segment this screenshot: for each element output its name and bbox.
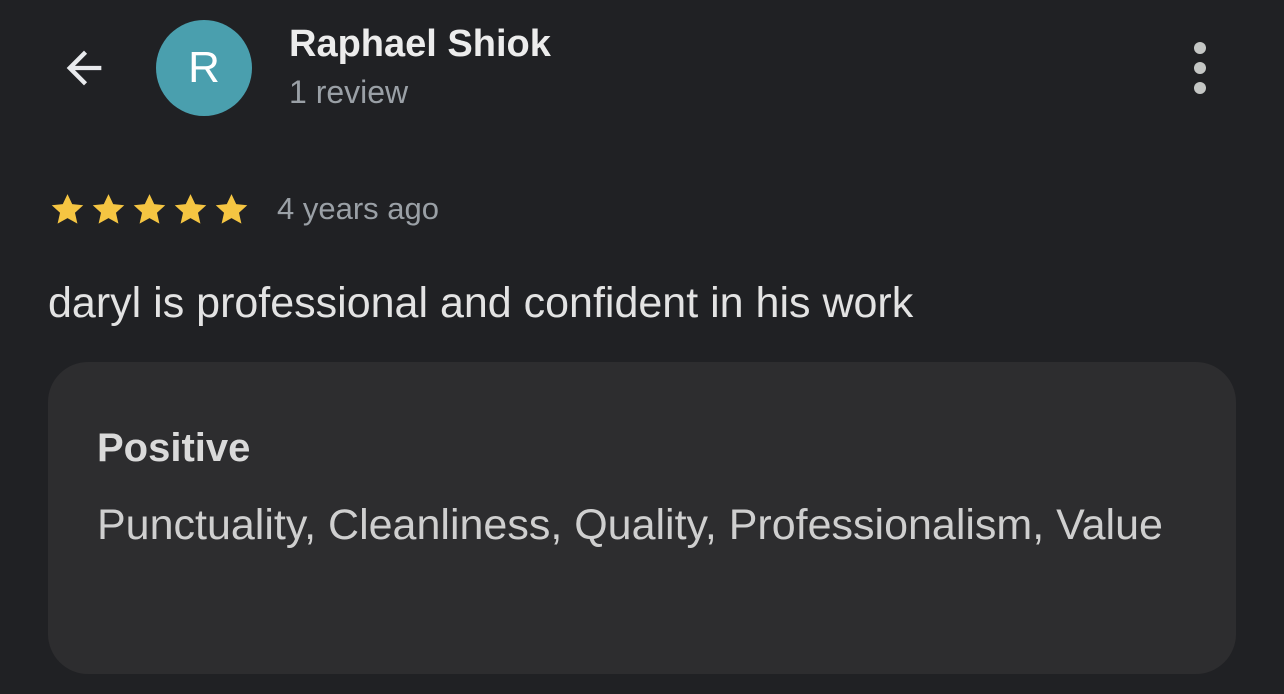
review-page: R Raphael Shiok 1 review 4 years ago dar… bbox=[0, 0, 1284, 694]
avatar-letter: R bbox=[188, 43, 220, 92]
more-vert-icon bbox=[1194, 42, 1206, 94]
review-time: 4 years ago bbox=[277, 191, 439, 226]
avatar[interactable]: R bbox=[156, 20, 252, 116]
attributes-card: Positive Punctuality, Cleanliness, Quali… bbox=[48, 362, 1236, 674]
star-icon bbox=[215, 194, 248, 224]
attributes-values: Punctuality, Cleanliness, Quality, Profe… bbox=[97, 501, 1163, 549]
arrow-back-icon bbox=[66, 50, 102, 86]
reviewer-name[interactable]: Raphael Shiok bbox=[289, 22, 551, 68]
attributes-title: Positive bbox=[97, 426, 251, 470]
back-button[interactable] bbox=[52, 40, 116, 96]
star-rating bbox=[48, 190, 251, 229]
star-icon bbox=[51, 194, 84, 224]
star-icon bbox=[92, 194, 125, 224]
star-icon bbox=[174, 194, 207, 224]
review-count: 1 review bbox=[289, 74, 409, 110]
review-text: daryl is professional and confident in h… bbox=[48, 279, 914, 327]
star-icon bbox=[133, 194, 166, 224]
more-options-button[interactable] bbox=[1176, 36, 1224, 100]
